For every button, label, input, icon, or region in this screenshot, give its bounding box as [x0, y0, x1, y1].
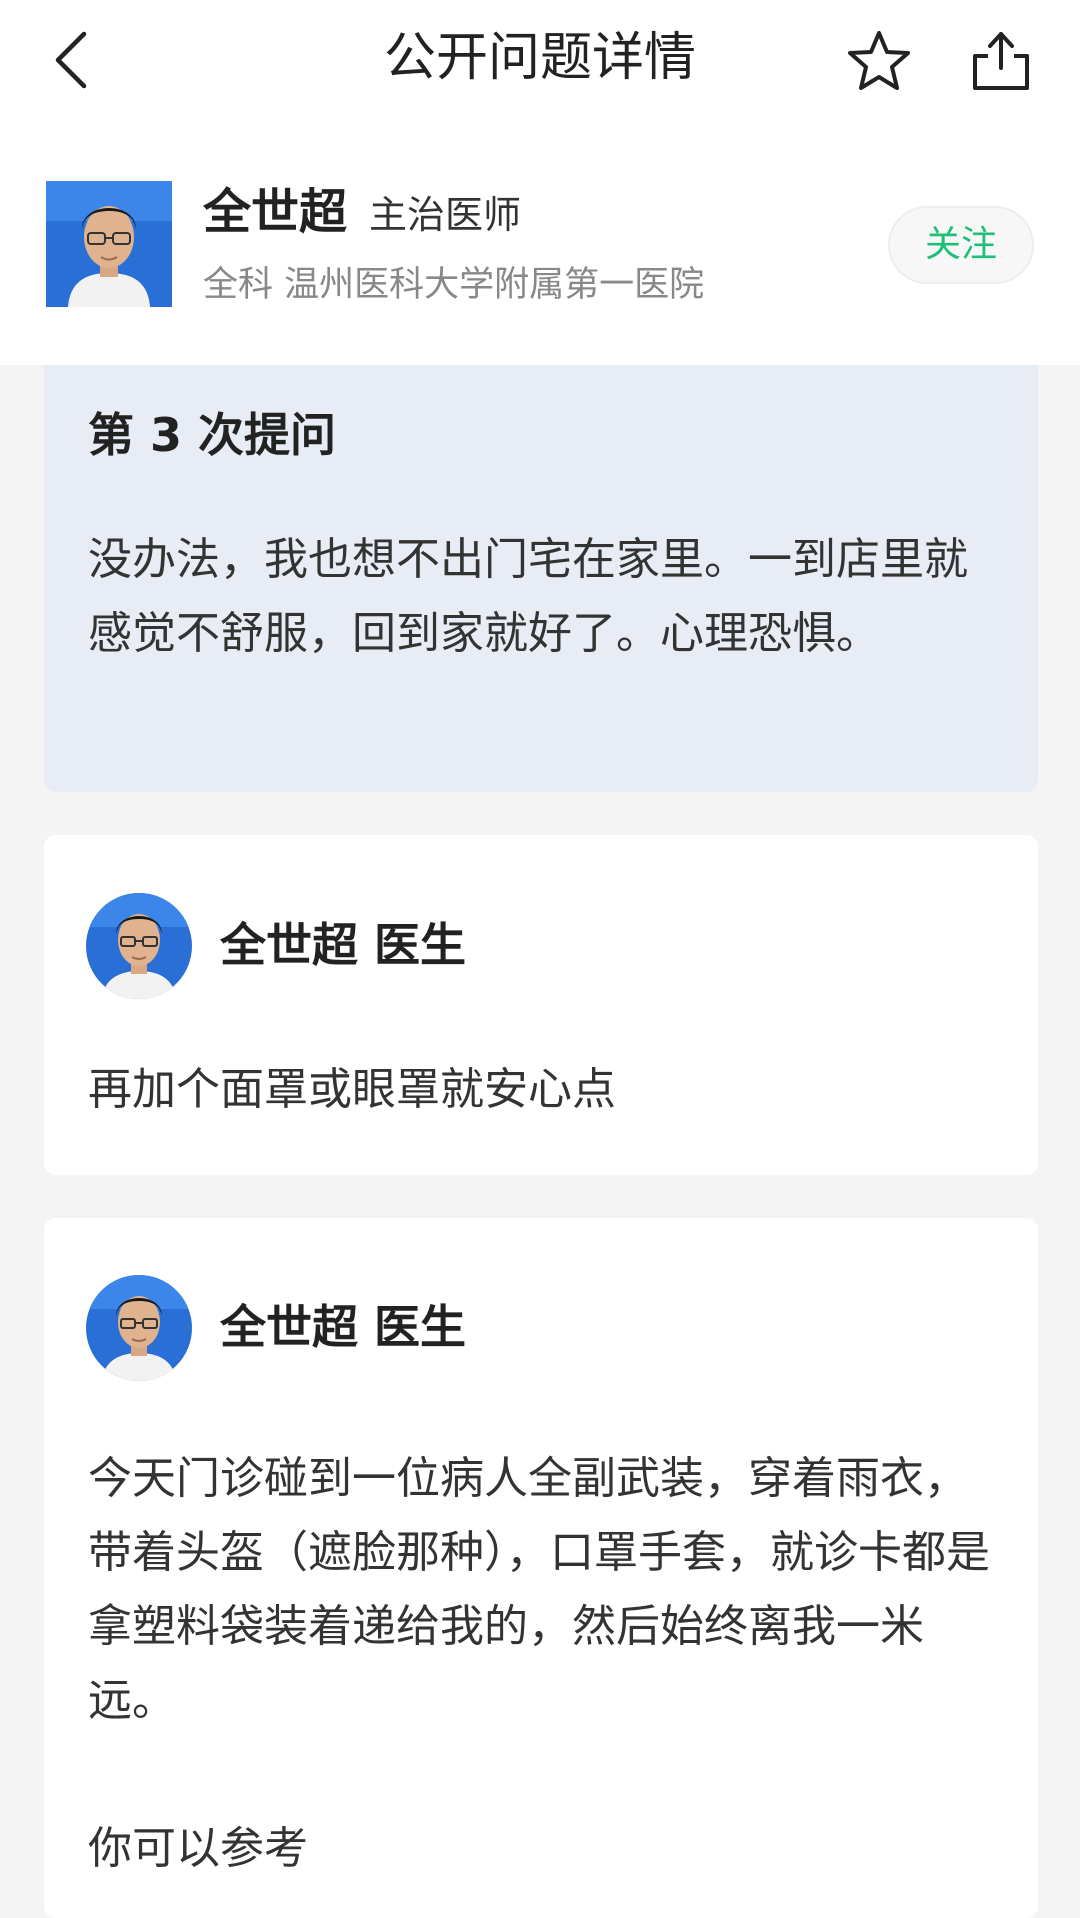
doctor-photo[interactable]: [46, 181, 172, 307]
avatar[interactable]: [86, 1275, 192, 1381]
doctor-header: 全世超 主治医师 全科 温州医科大学附属第一医院 关注: [0, 140, 1080, 365]
answer-text: 再加个面罩或眼罩就安心点: [88, 1064, 616, 1115]
page-title: 公开问题详情: [383, 28, 696, 88]
question-body: 没办法，我也想不出门宅在家里。一到店里就感觉不舒服，回到家就好了。心理恐惧。: [88, 534, 968, 659]
question-heading: 第 3 次提问: [88, 408, 337, 462]
navigation-bar: 公开问题详情: [0, 0, 1080, 140]
answer-text: 今天门诊碰到一位病人全副武装，穿着雨衣，带着头盔（遮脸那种），口罩手套，就诊卡都…: [88, 1442, 998, 1886]
avatar[interactable]: [86, 893, 192, 999]
answer-paragraph: 你可以参考: [88, 1823, 308, 1874]
follow-button[interactable]: 关注: [888, 206, 1034, 284]
doctor-department: 全科 温州医科大学附属第一医院: [203, 265, 705, 305]
question-card: 第 3 次提问 没办法，我也想不出门宅在家里。一到店里就感觉不舒服，回到家就好了…: [44, 365, 1038, 792]
doctor-portrait-icon: [46, 181, 172, 307]
answer-author: 全世超 医生: [220, 918, 467, 972]
doctor-title: 主治医师: [369, 193, 522, 237]
favorite-button[interactable]: [844, 26, 914, 96]
share-button[interactable]: [966, 26, 1036, 96]
doctor-avatar-icon: [86, 893, 192, 999]
doctor-avatar-icon: [86, 1275, 192, 1381]
star-icon: [848, 31, 910, 90]
answer-card: 全世超 医生 今天门诊碰到一位病人全副武装，穿着雨衣，带着头盔（遮脸那种），口罩…: [44, 1218, 1038, 1918]
answer-card: 全世超 医生 再加个面罩或眼罩就安心点: [44, 835, 1038, 1175]
answer-paragraph: 今天门诊碰到一位病人全副武装，穿着雨衣，带着头盔（遮脸那种），口罩手套，就诊卡都…: [88, 1453, 990, 1726]
answer-author: 全世超 医生: [220, 1300, 467, 1354]
share-icon: [973, 32, 1029, 90]
doctor-name-row: 全世超 主治医师: [203, 182, 521, 245]
doctor-name: 全世超: [203, 184, 348, 240]
